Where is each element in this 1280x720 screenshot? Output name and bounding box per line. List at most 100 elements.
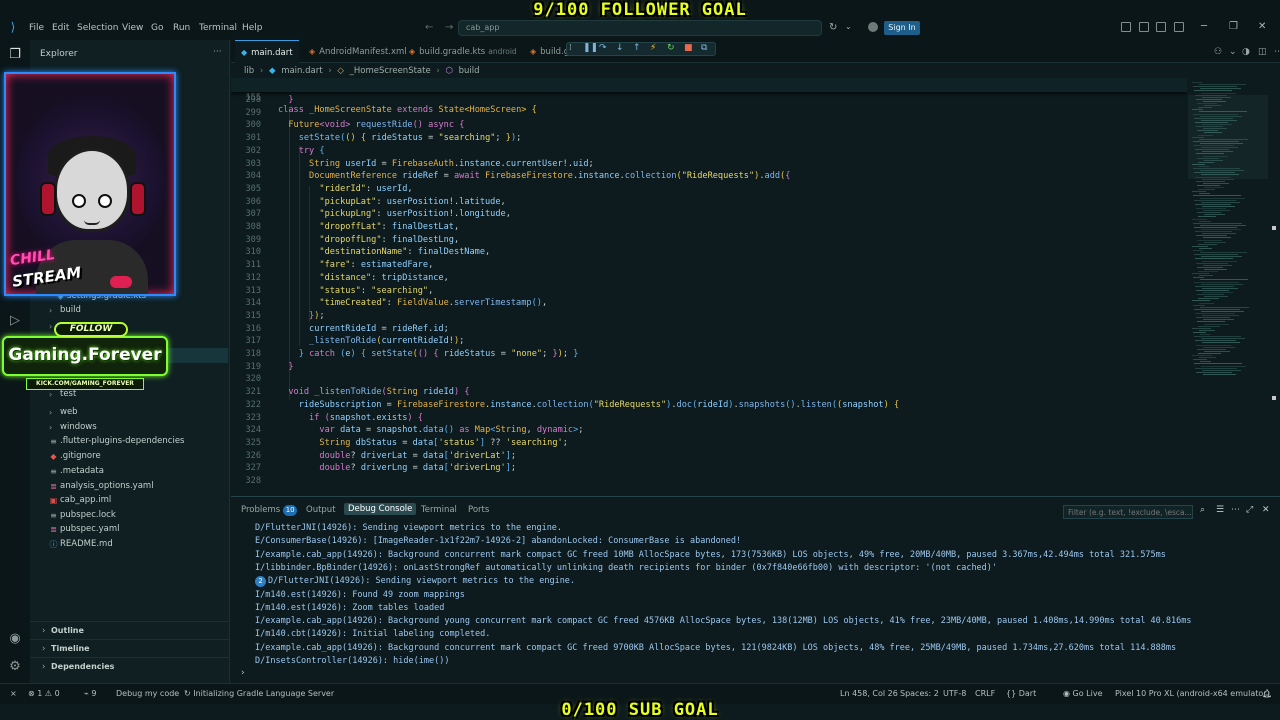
step-out-icon[interactable]: ↑	[633, 43, 641, 53]
editor-tab[interactable]: ◈ AndroidManifest.xml	[303, 40, 407, 63]
drag-handle-icon[interactable]: ⁞	[569, 43, 572, 53]
command-center-search[interactable]: cab_app	[458, 20, 822, 36]
vertical-scrollbar[interactable]	[1270, 78, 1278, 496]
collapse-icon[interactable]: ☰	[1216, 505, 1224, 515]
minimap-row	[1204, 241, 1226, 243]
restart-icon[interactable]: ↻	[667, 43, 675, 53]
editor-tab[interactable]: ◈ build.gradle.kts android	[403, 40, 520, 63]
minimap[interactable]	[1188, 78, 1268, 496]
command-center-label: cab_app	[466, 23, 500, 32]
maximize-icon[interactable]: ❐	[1229, 21, 1238, 32]
tree-item[interactable]: ≡ pubspec.lock	[30, 508, 228, 523]
gear-icon[interactable]: ⚙	[6, 658, 24, 676]
code-editor[interactable]: 155 class _HomeScreenState extends State…	[231, 78, 1187, 496]
close-panel-icon[interactable]: ✕	[1262, 505, 1270, 515]
tree-item[interactable]: ≡ .metadata	[30, 464, 228, 479]
editor-tab[interactable]: ◈ build.gra	[524, 40, 578, 63]
back-arrow-icon[interactable]: ←	[425, 22, 433, 33]
menu-run[interactable]: Run	[173, 23, 190, 33]
tab-ports[interactable]: Ports	[468, 505, 489, 515]
toggle-sidebar-icon[interactable]	[1139, 22, 1149, 32]
step-over-icon[interactable]: ↷	[599, 43, 607, 53]
tree-item-label: web	[60, 407, 78, 417]
menu-help[interactable]: Help	[242, 23, 263, 33]
tree-item[interactable]: ▣ cab_app.iml	[30, 493, 228, 508]
tab-terminal[interactable]: Terminal	[421, 505, 457, 515]
forward-arrow-icon[interactable]: →	[445, 22, 453, 33]
tree-item[interactable]: › build	[30, 303, 228, 318]
menu-view[interactable]: View	[122, 23, 143, 33]
tree-item[interactable]: › windows	[30, 420, 228, 435]
tab-debug-console[interactable]: Debug Console	[344, 503, 417, 515]
remote-indicator-icon[interactable]: ⨯	[10, 689, 17, 698]
log-line: I/m140.est(14926): Zoom tables loaded	[255, 602, 444, 616]
problems-status[interactable]: ⊗ 1 ⚠ 0	[28, 689, 60, 698]
notifications-icon[interactable]: 🔔︎	[1262, 689, 1272, 698]
search-icon[interactable]: ⌕	[1200, 505, 1205, 515]
explorer-icon[interactable]: ❐	[6, 46, 24, 64]
menu-edit[interactable]: Edit	[52, 23, 69, 33]
tab-problems[interactable]: Problems 10	[241, 505, 298, 516]
breadcrumb-file[interactable]: main.dart	[281, 66, 322, 76]
maximize-panel-icon[interactable]: ⤢	[1246, 505, 1253, 515]
debug-my-code[interactable]: Debug my code	[116, 689, 179, 698]
menu-selection[interactable]: Selection	[77, 23, 118, 33]
copilot-icon[interactable]: ↻	[829, 22, 837, 33]
encoding[interactable]: UTF-8	[943, 689, 966, 698]
debug-console-filter-input[interactable]	[1063, 505, 1193, 519]
dependencies-label: Dependencies	[51, 662, 115, 671]
menu-file[interactable]: File	[29, 23, 44, 33]
ports-status[interactable]: ⌁ 9	[84, 689, 96, 698]
pause-icon[interactable]: ❚❚	[583, 43, 598, 53]
menu-go[interactable]: Go	[151, 23, 163, 33]
device-selector[interactable]: Pixel 10 Pro XL (android-x64 emulator)	[1115, 689, 1270, 698]
go-live[interactable]: ◉ Go Live	[1063, 689, 1103, 698]
timeline-section[interactable]: › Timeline	[30, 639, 229, 657]
tab-output[interactable]: Output	[306, 505, 336, 515]
indentation[interactable]: Spaces: 2	[900, 689, 939, 698]
split-editor-right-icon[interactable]: ◫	[1258, 47, 1267, 57]
language-mode[interactable]: {} Dart	[1006, 689, 1036, 698]
hot-reload-icon[interactable]: ⚡	[650, 43, 656, 53]
headphone-right	[130, 182, 146, 216]
editor-tab[interactable]: ◆ main.dart	[235, 40, 299, 63]
dependencies-section[interactable]: › Dependencies	[30, 657, 229, 675]
devtools-icon[interactable]: ⧉	[701, 43, 707, 53]
sign-in-button[interactable]: Sign In	[884, 21, 920, 35]
tree-item[interactable]: ≣ pubspec.yaml	[30, 522, 228, 537]
more-actions-icon[interactable]: ···	[213, 47, 222, 57]
close-icon[interactable]: ✕	[1258, 21, 1266, 32]
toggle-secondary-sidebar-icon[interactable]	[1174, 22, 1184, 32]
minimap-row	[1204, 105, 1221, 107]
more-actions-icon[interactable]: ⋯	[1274, 47, 1280, 57]
split-editor-icon[interactable]: ⚇	[1214, 47, 1222, 57]
toggle-panel-icon[interactable]	[1156, 22, 1166, 32]
outline-section[interactable]: › Outline	[30, 621, 229, 639]
account-icon[interactable]	[868, 22, 878, 32]
chevron-down-icon[interactable]: ⌄	[845, 22, 852, 31]
layout-panel-icon[interactable]	[1121, 22, 1131, 32]
breadcrumb-method[interactable]: build	[459, 66, 480, 76]
console-prompt[interactable]: ›	[241, 668, 245, 678]
tree-item[interactable]: › web	[30, 405, 228, 420]
log-text: I/m140.est(14926): Found 49 zoom mapping…	[255, 589, 465, 600]
menu-terminal[interactable]: Terminal	[199, 23, 237, 33]
log-line: D/FlutterJNI(14926): Sending viewport me…	[255, 522, 562, 536]
tree-item[interactable]: ⓘ README.md	[30, 537, 228, 552]
line-ending[interactable]: CRLF	[975, 689, 995, 698]
breadcrumb-folder[interactable]: lib	[244, 66, 254, 76]
account-icon[interactable]: ◉	[6, 630, 24, 648]
tree-item[interactable]: ◆ .gitignore	[30, 449, 228, 464]
gradle-status[interactable]: ↻ Initializing Gradle Language Server	[184, 689, 334, 698]
breadcrumb-class[interactable]: _HomeScreenState	[350, 66, 431, 76]
tree-item[interactable]: ≡ .flutter-plugins-dependencies	[30, 434, 228, 449]
chevron-down-icon[interactable]: ⌄	[1229, 47, 1237, 57]
stop-icon[interactable]: ■	[684, 43, 693, 53]
cursor-position[interactable]: Ln 458, Col 26	[840, 689, 898, 698]
tree-item[interactable]: ≣ analysis_options.yaml	[30, 479, 228, 494]
more-actions-icon[interactable]: ⋯	[1231, 505, 1240, 515]
open-changes-icon[interactable]: ◑	[1242, 47, 1250, 57]
sticky-scroll-line[interactable]: 155 class _HomeScreenState extends State…	[231, 78, 1187, 115]
step-into-icon[interactable]: ↓	[616, 43, 624, 53]
minimize-icon[interactable]: ─	[1201, 21, 1207, 32]
